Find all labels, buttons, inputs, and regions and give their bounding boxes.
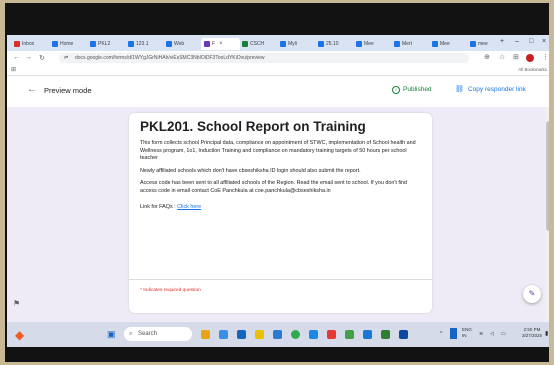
close-window-icon[interactable]: ×	[542, 38, 546, 45]
forms-icon	[204, 41, 210, 47]
taskbar-app-icon[interactable]	[309, 330, 318, 339]
gmail-icon	[14, 41, 20, 47]
address-bar-row: ← → ↻ ⇌ docs.google.com/forms/d/1WYgJGrNi…	[7, 51, 549, 66]
tray-chevron-icon[interactable]: ^	[440, 331, 442, 337]
browser-tab[interactable]: Mert	[391, 38, 430, 50]
sheets-icon	[242, 41, 248, 47]
minimize-icon[interactable]: –	[515, 38, 519, 45]
published-status[interactable]: Published	[403, 86, 432, 93]
maximize-icon[interactable]: □	[529, 38, 533, 45]
forms-preview-header: ← Preview mode ✓ Published ⛓ Copy respon…	[7, 76, 549, 108]
volume-icon[interactable]: ◁	[490, 331, 494, 337]
form-description-paragraph: This form collects school Principal data…	[140, 140, 416, 162]
search-icon: ⌕	[129, 331, 133, 337]
published-check-icon: ✓	[392, 86, 400, 94]
browser-tab-strip: Inbox Home PKL2 123.1 Web F × CSCH Myli 2…	[7, 35, 549, 51]
taskbar-search[interactable]: ⌕ Search	[124, 327, 192, 341]
taskbar-app-icon[interactable]	[399, 330, 408, 339]
docs-icon	[128, 41, 134, 47]
form-description-paragraph: Access code has been sent to all affilia…	[140, 180, 408, 194]
bookmark-star-icon[interactable]: ☆	[499, 53, 505, 61]
docs-icon	[90, 41, 96, 47]
preview-mode-label: Preview mode	[44, 86, 92, 95]
notification-icon[interactable]: ▮	[545, 330, 548, 337]
faq-link[interactable]: Click here	[177, 204, 201, 210]
browser-tab[interactable]: Myli	[277, 38, 316, 50]
form-header-card: PKL201. School Report on Training This f…	[129, 113, 432, 313]
language-indicator[interactable]: ENG IN	[462, 327, 472, 339]
bookmarks-bar: ⊞ All Bookmarks	[7, 65, 549, 76]
photo-frame: Inbox Home PKL2 123.1 Web F × CSCH Myli 2…	[5, 3, 549, 362]
site-info-icon[interactable]: ⇌	[64, 53, 68, 63]
browser-tab[interactable]: Mee	[429, 38, 468, 50]
monitor-screen: Inbox Home PKL2 123.1 Web F × CSCH Myli 2…	[7, 35, 549, 347]
browser-tab[interactable]: CSCH	[239, 38, 278, 50]
profile-avatar[interactable]	[526, 54, 534, 62]
menu-kebab-icon[interactable]: ⋮	[542, 53, 549, 61]
taskbar-app-icon[interactable]	[201, 330, 210, 339]
form-description-block: PKL201. School Report on Training This f…	[140, 119, 425, 210]
wifi-icon[interactable]: ≋	[479, 331, 483, 337]
windows-taskbar: ◆ ▣ ⌕ Search ^ ENG IN ≋ ◁ ▭ 2:50 PM 3/27/20…	[7, 322, 549, 347]
docs-icon	[166, 41, 172, 47]
battery-icon[interactable]: ▭	[501, 331, 506, 337]
taskbar-clock[interactable]: 2:50 PM 3/27/2025	[522, 327, 542, 339]
taskbar-app-icon[interactable]	[237, 330, 246, 339]
new-tab-icon[interactable]: +	[500, 38, 504, 45]
browser-tab[interactable]: PKL2	[87, 38, 126, 50]
docs-icon	[394, 41, 400, 47]
browser-tab[interactable]: Home	[49, 38, 88, 50]
browser-tab[interactable]: Web	[163, 38, 202, 50]
divider	[129, 279, 432, 280]
pencil-icon: ✎	[528, 289, 536, 298]
link-icon[interactable]: ⛓	[455, 85, 464, 93]
docs-icon	[356, 41, 362, 47]
drive-icon	[52, 41, 58, 47]
faq-line: Link for FAQs : Click here	[140, 203, 202, 210]
chrome-icon[interactable]	[291, 330, 300, 339]
all-bookmarks[interactable]: All Bookmarks	[518, 67, 547, 72]
close-tab-icon[interactable]: ×	[219, 41, 223, 47]
excel-icon[interactable]	[381, 330, 390, 339]
chrome-icon	[318, 41, 324, 47]
back-icon[interactable]: ←	[13, 54, 20, 61]
extensions-icon[interactable]: ⊞	[513, 53, 519, 61]
apps-grid-icon[interactable]: ⊞	[11, 66, 16, 73]
widgets-icon[interactable]: ▣	[107, 329, 116, 340]
browser-tab[interactable]: Inbox	[11, 38, 50, 50]
docs-icon	[280, 41, 286, 47]
edit-fab-button[interactable]: ✎	[523, 285, 541, 303]
forward-icon[interactable]: →	[25, 54, 32, 61]
taskbar-app-icon[interactable]	[219, 330, 228, 339]
taskbar-app-icon[interactable]	[327, 330, 336, 339]
report-icon[interactable]: ⚑	[13, 299, 20, 308]
chrome-icon	[470, 41, 476, 47]
zoom-icon[interactable]: ⊕	[484, 53, 490, 61]
form-title: PKL201. School Report on Training	[140, 119, 366, 134]
browser-tab[interactable]: Mee	[353, 38, 392, 50]
taskbar-app-icon[interactable]	[345, 330, 354, 339]
start-icon[interactable]: ◆	[15, 328, 24, 342]
browser-tab-active[interactable]: F ×	[201, 38, 240, 50]
taskbar-app-icon[interactable]	[273, 330, 282, 339]
form-description-paragraph: Newly affiliated schools which don't hav…	[140, 167, 361, 174]
url-field[interactable]: ⇌ docs.google.com/forms/d/1WYgJGrNiHAh/vi…	[59, 53, 469, 63]
copy-responder-link-button[interactable]: Copy responder link	[468, 86, 526, 93]
docs-icon	[432, 41, 438, 47]
word-icon[interactable]	[363, 330, 372, 339]
form-page: PKL201. School Report on Training This f…	[7, 107, 549, 322]
file-explorer-icon[interactable]	[255, 330, 264, 339]
required-note: * Indicates required question	[140, 288, 201, 293]
tray-app-icon[interactable]	[450, 328, 457, 339]
browser-tab[interactable]: 123.1	[125, 38, 164, 50]
arrow-left-icon[interactable]: ←	[27, 84, 37, 95]
reload-icon[interactable]: ↻	[39, 54, 45, 62]
scrollbar-thumb[interactable]	[546, 121, 549, 231]
browser-tab[interactable]: 25.10	[315, 38, 354, 50]
browser-tab[interactable]: mee	[467, 38, 500, 50]
